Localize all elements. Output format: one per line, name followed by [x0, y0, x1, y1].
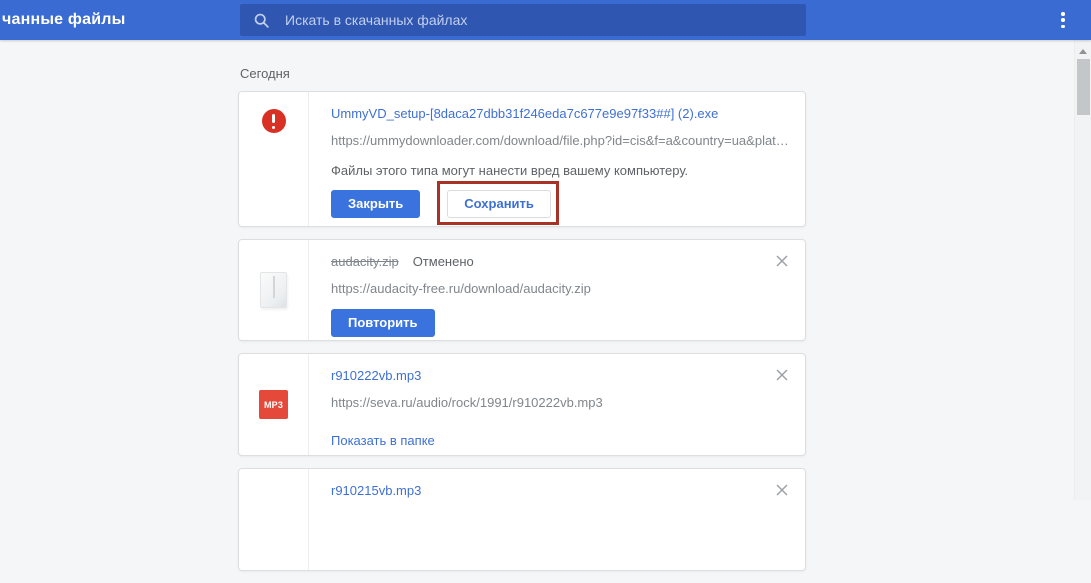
- remove-item-close-icon[interactable]: [775, 254, 789, 268]
- file-icon-cell: MP3: [239, 354, 309, 455]
- status-badge: Отменено: [413, 254, 474, 270]
- download-item-ummyvd-exe: UmmyVD_setup-[8daca27dbb31f246eda7c677e9…: [238, 91, 806, 227]
- scrollbar-up-arrow-icon[interactable]: [1079, 49, 1087, 54]
- remove-item-close-icon[interactable]: [775, 483, 789, 497]
- date-section-label: Сегодня: [240, 66, 806, 81]
- file-icon-cell: [239, 240, 309, 340]
- file-source-url: https://seva.ru/audio/rock/1991/r910222v…: [331, 395, 789, 410]
- download-item-audacity-zip: audacity.zip Отменено https://audacity-f…: [238, 239, 806, 341]
- file-icon-cell: [239, 469, 309, 570]
- download-item-content: UmmyVD_setup-[8daca27dbb31f246eda7c677e9…: [309, 92, 805, 226]
- show-in-folder-link[interactable]: Показать в папке: [331, 433, 435, 448]
- file-name-link[interactable]: r910215vb.mp3: [331, 483, 421, 499]
- download-item-r910222vb-mp3: MP3 r910222vb.mp3 https://seva.ru/audio/…: [238, 353, 806, 456]
- discard-button[interactable]: Закрыть: [331, 190, 420, 218]
- zip-file-icon: [260, 272, 287, 308]
- file-name-link[interactable]: UmmyVD_setup-[8daca27dbb31f246eda7c677e9…: [331, 106, 718, 122]
- danger-warning-icon: [262, 109, 286, 133]
- search-box: [240, 4, 806, 36]
- cancelled-file-name: audacity.zip: [331, 254, 399, 270]
- danger-warning-text: Файлы этого типа могут нанести вред ваше…: [331, 163, 789, 178]
- downloads-header: чанные файлы: [0, 0, 1091, 40]
- download-item-content: r910222vb.mp3 https://seva.ru/audio/rock…: [309, 354, 805, 455]
- page-title: чанные файлы: [2, 0, 126, 40]
- mp3-file-icon: MP3: [259, 390, 288, 419]
- search-icon: [253, 12, 270, 29]
- more-options-icon[interactable]: [1058, 11, 1068, 29]
- scrollbar-track[interactable]: [1074, 40, 1091, 500]
- retry-button[interactable]: Повторить: [331, 309, 435, 337]
- scrollbar-thumb[interactable]: [1077, 59, 1090, 115]
- downloads-list: Сегодня UmmyVD_setup-[8daca27dbb31f246ed…: [238, 40, 806, 583]
- search-input[interactable]: [285, 12, 765, 28]
- file-source-url: https://ummydownloader.com/download/file…: [331, 133, 789, 148]
- file-source-url: https://audacity-free.ru/download/audaci…: [331, 281, 789, 296]
- remove-item-close-icon[interactable]: [775, 368, 789, 382]
- download-item-content: r910215vb.mp3: [309, 469, 805, 570]
- download-item-content: audacity.zip Отменено https://audacity-f…: [309, 240, 805, 340]
- save-dangerous-button[interactable]: Сохранить: [447, 190, 551, 218]
- file-icon-cell: [239, 92, 309, 226]
- file-name-link[interactable]: r910222vb.mp3: [331, 368, 421, 384]
- download-item-r910215vb-mp3: r910215vb.mp3: [238, 468, 806, 571]
